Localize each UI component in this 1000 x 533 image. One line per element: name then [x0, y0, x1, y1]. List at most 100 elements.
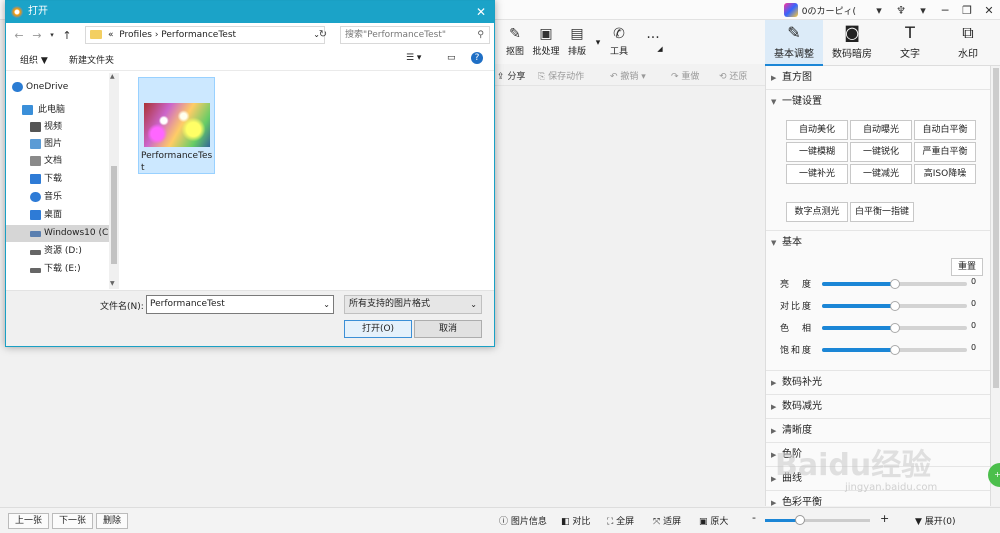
- open-button[interactable]: 打开(O): [344, 320, 412, 338]
- zoom-out-button[interactable]: -: [752, 511, 756, 524]
- filename-input[interactable]: PerformanceTest ⌄: [146, 295, 334, 314]
- nav-drive-d[interactable]: 资源 (D:): [6, 243, 109, 260]
- image-info-button[interactable]: ⓘ 图片信息: [499, 514, 547, 527]
- undo-button[interactable]: ↶ 撤销 ▾: [610, 69, 646, 82]
- color-balance-section[interactable]: ▶ 色彩平衡: [766, 491, 990, 506]
- chevron-down-icon[interactable]: ⌄: [323, 296, 330, 313]
- cutout-button[interactable]: ✎ 抠图: [500, 26, 530, 57]
- white-balance-picker-button[interactable]: 白平衡一指键: [850, 202, 914, 222]
- share-button[interactable]: ⇪ 分享: [497, 69, 525, 82]
- saturation-track[interactable]: [822, 345, 967, 355]
- reduce-light-section[interactable]: ▶ 数码减光: [766, 395, 990, 419]
- nav-desktop[interactable]: 桌面: [6, 207, 109, 224]
- minimize-icon[interactable]: ─: [934, 0, 956, 20]
- hue-knob[interactable]: [889, 323, 900, 333]
- user-name[interactable]: 0のカーピィ(: [802, 4, 856, 17]
- restore-button[interactable]: ⟲ 还原: [719, 69, 747, 82]
- file-item[interactable]: PerformanceTest: [138, 77, 215, 174]
- basic-section[interactable]: ▼ 基本: [766, 230, 990, 254]
- fullscreen-button[interactable]: ⛶ 全屏: [607, 514, 634, 527]
- close-icon[interactable]: ✕: [978, 0, 1000, 20]
- brightness-slider[interactable]: 亮 度 0: [780, 274, 980, 294]
- refresh-icon[interactable]: ↻: [315, 26, 331, 44]
- one-click-blur-button[interactable]: 一键模糊: [786, 142, 848, 162]
- nav-downloads[interactable]: 下载: [6, 171, 109, 188]
- skin-icon[interactable]: ♆: [890, 0, 912, 20]
- dropdown-icon[interactable]: ▾: [868, 0, 890, 20]
- auto-exposure-button[interactable]: 自动曝光: [850, 120, 912, 140]
- scroll-up-icon[interactable]: ▲: [110, 73, 115, 80]
- nav-drive-e[interactable]: 下载 (E:): [6, 261, 109, 278]
- menu-icon[interactable]: ▾: [912, 0, 934, 20]
- scroll-down-icon[interactable]: ▼: [110, 280, 115, 287]
- auto-white-balance-button[interactable]: 自动白平衡: [914, 120, 976, 140]
- histogram-section[interactable]: ▶ 直方图: [766, 66, 990, 90]
- next-image-button[interactable]: 下一张: [52, 513, 94, 529]
- zoom-slider[interactable]: [765, 515, 870, 525]
- brightness-track[interactable]: [822, 279, 967, 289]
- fill-light-section[interactable]: ▶ 数码补光: [766, 371, 990, 395]
- new-folder-button[interactable]: 新建文件夹: [69, 53, 114, 66]
- preview-pane-icon[interactable]: ▭: [447, 53, 456, 63]
- tools-button[interactable]: ✆ 工具: [604, 26, 634, 57]
- address-bar[interactable]: « Profiles › PerformanceTest ⌄: [85, 26, 325, 44]
- nav-pictures[interactable]: 图片: [6, 136, 109, 153]
- view-options-icon[interactable]: ☰ ▾: [406, 53, 421, 63]
- one-click-section[interactable]: ▼ 一键设置: [766, 90, 990, 114]
- path-overflow[interactable]: «: [108, 30, 114, 40]
- layout-button[interactable]: ▤ 排版: [562, 26, 592, 57]
- nav-videos[interactable]: 视频: [6, 119, 109, 136]
- prev-image-button[interactable]: 上一张: [8, 513, 50, 529]
- user-avatar[interactable]: [783, 3, 798, 17]
- one-click-sharpen-button[interactable]: 一键锐化: [850, 142, 912, 162]
- layout-dropdown-icon[interactable]: ▾: [593, 38, 603, 48]
- more-button[interactable]: ... ◢: [638, 26, 668, 54]
- contrast-slider[interactable]: 对比度 0: [780, 296, 980, 316]
- search-input[interactable]: 搜索"PerformanceTest" ⚲: [340, 26, 490, 44]
- restore-icon[interactable]: ❐: [956, 0, 978, 20]
- nav-drive-c[interactable]: Windows10 (C:: [6, 225, 109, 242]
- contrast-track[interactable]: [822, 301, 967, 311]
- filetype-select[interactable]: 所有支持的图片格式 ⌄: [344, 295, 482, 314]
- tab-watermark[interactable]: ⧉ 水印: [939, 20, 997, 66]
- expand-button[interactable]: ▼ 展开(0): [915, 514, 956, 527]
- high-iso-denoise-button[interactable]: 高ISO降噪: [914, 164, 976, 184]
- panel-scrollbar-thumb[interactable]: [993, 68, 999, 388]
- organize-button[interactable]: 组织 ▼: [20, 53, 48, 66]
- close-icon[interactable]: ✕: [476, 1, 486, 23]
- zoom-knob[interactable]: [794, 515, 805, 525]
- help-icon[interactable]: ?: [471, 52, 483, 64]
- nav-this-pc[interactable]: 此电脑: [6, 102, 109, 119]
- breadcrumb-performancetest[interactable]: PerformanceTest: [161, 30, 236, 40]
- original-size-button[interactable]: ▣ 原大: [699, 514, 728, 527]
- tab-basic-adjust[interactable]: ✎ 基本调整: [765, 20, 823, 66]
- recent-dropdown-icon[interactable]: ▾: [46, 31, 58, 39]
- redo-button[interactable]: ↷ 重做: [671, 69, 699, 82]
- delete-button[interactable]: 删除: [96, 513, 129, 529]
- saturation-knob[interactable]: [889, 345, 900, 355]
- zoom-in-button[interactable]: +: [880, 512, 889, 525]
- tab-darkroom[interactable]: ◙ 数码暗房: [823, 20, 881, 66]
- nav-music[interactable]: 音乐: [6, 189, 109, 206]
- cancel-button[interactable]: 取消: [414, 320, 482, 338]
- hue-track[interactable]: [822, 323, 967, 333]
- nav-scrollbar-thumb[interactable]: [111, 166, 117, 264]
- up-icon[interactable]: ↑: [58, 29, 76, 42]
- tab-text[interactable]: T 文字: [881, 20, 939, 66]
- panel-scrollbar[interactable]: [990, 66, 1000, 506]
- compare-button[interactable]: ◧ 对比: [561, 514, 590, 527]
- spot-metering-button[interactable]: 数字点测光: [786, 202, 848, 222]
- one-click-reduce-light-button[interactable]: 一键减光: [850, 164, 912, 184]
- forward-icon[interactable]: →: [28, 29, 46, 42]
- batch-button[interactable]: ▣ 批处理: [531, 26, 561, 57]
- strong-white-balance-button[interactable]: 严重白平衡: [914, 142, 976, 162]
- nav-scrollbar[interactable]: ▲ ▼: [109, 73, 119, 289]
- fit-screen-button[interactable]: ⤧ 适屏: [653, 514, 681, 527]
- contrast-knob[interactable]: [889, 301, 900, 311]
- auto-beautify-button[interactable]: 自动美化: [786, 120, 848, 140]
- nav-documents[interactable]: 文档: [6, 153, 109, 170]
- save-action-button[interactable]: ⎘ 保存动作: [538, 69, 584, 82]
- nav-onedrive[interactable]: OneDrive: [6, 79, 109, 96]
- one-click-fill-light-button[interactable]: 一键补光: [786, 164, 848, 184]
- hue-slider[interactable]: 色 相 0: [780, 318, 980, 338]
